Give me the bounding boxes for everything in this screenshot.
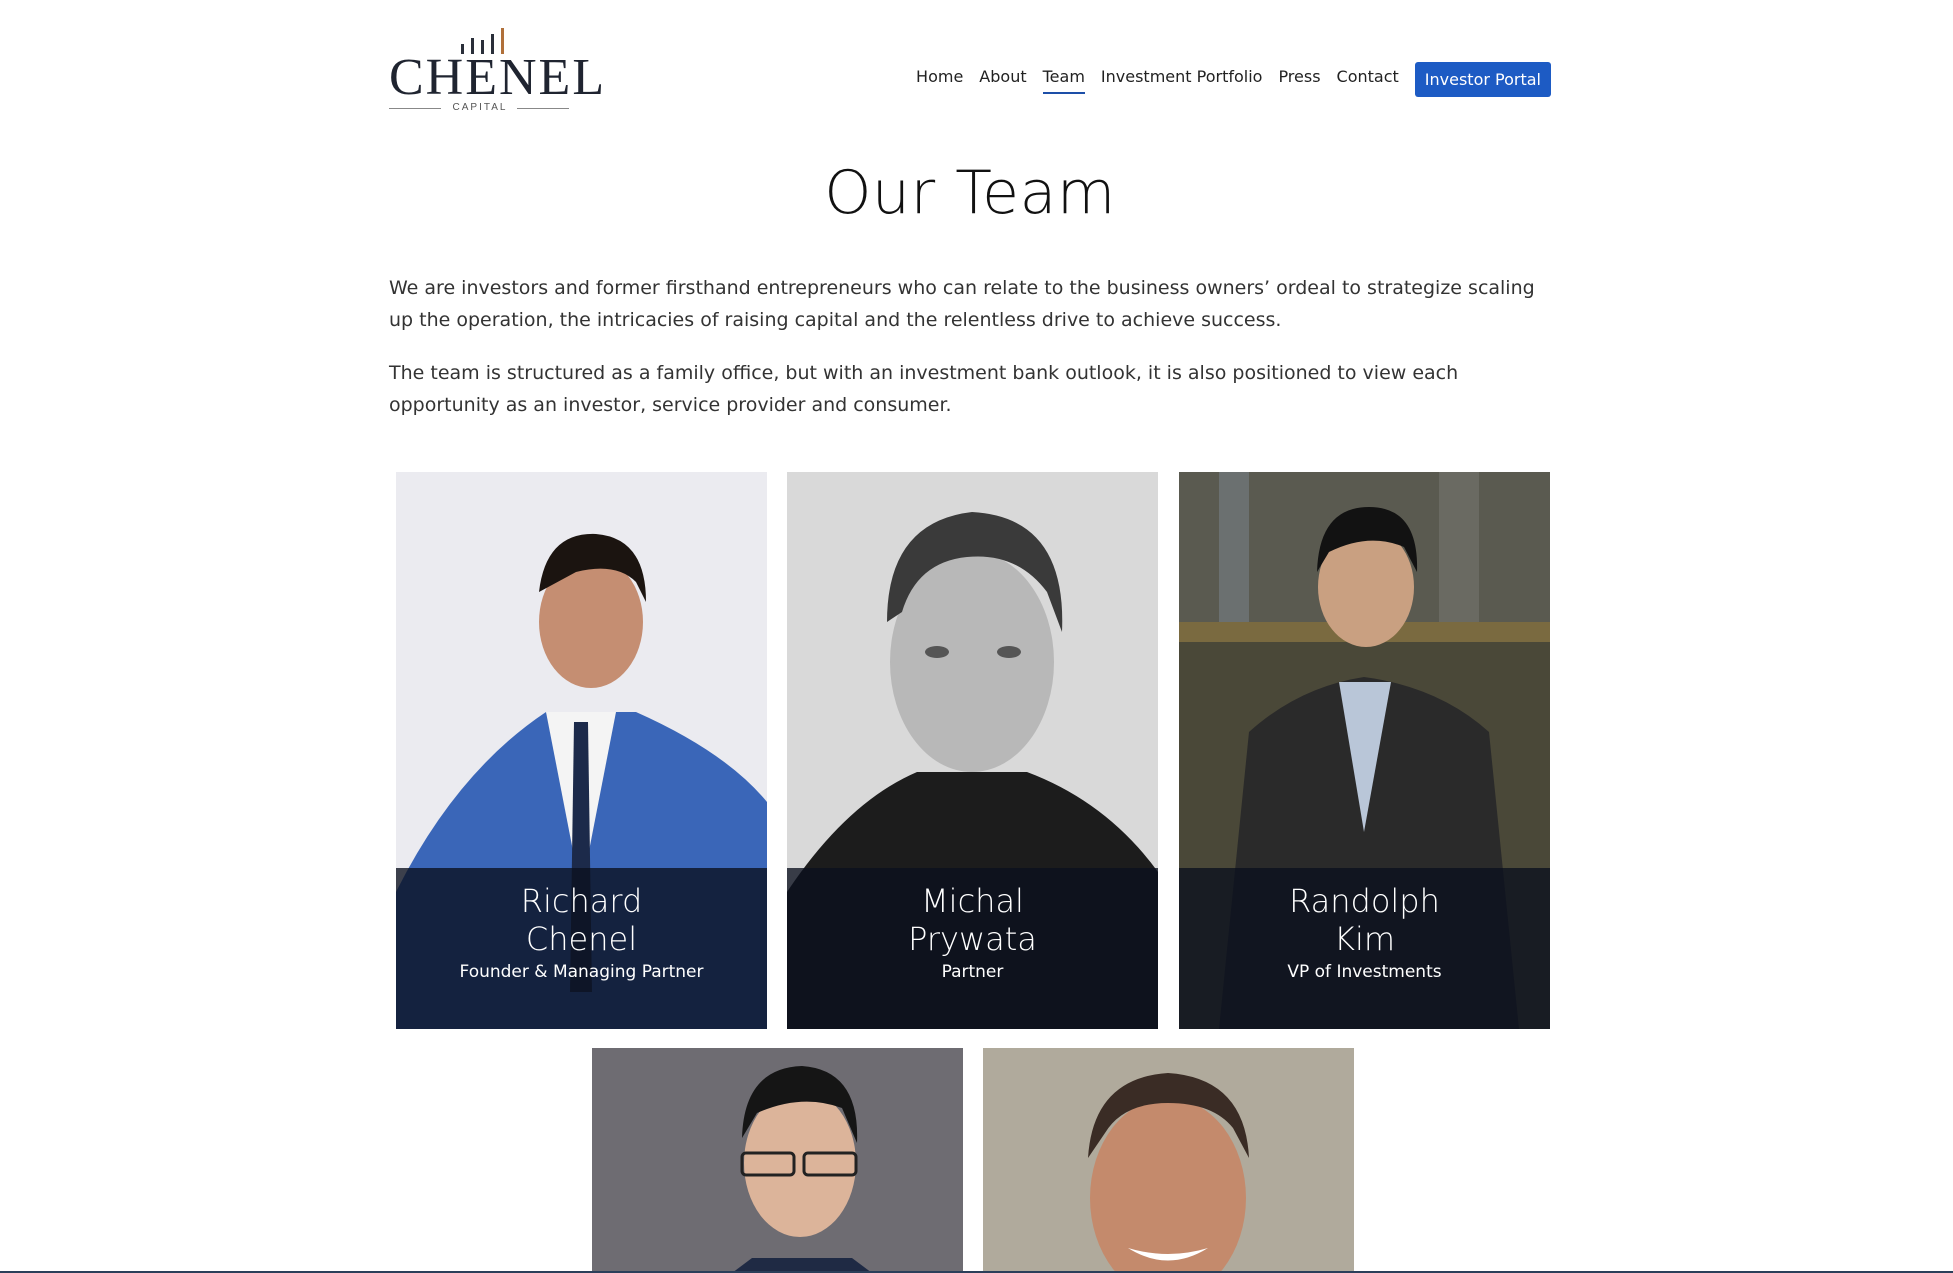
site-header: CHENEL CAPITAL Home About Team Investmen… bbox=[389, 0, 1551, 130]
team-card-4[interactable] bbox=[592, 1048, 963, 1273]
member-role: Partner bbox=[941, 962, 1004, 982]
intro-paragraph-2: The team is structured as a family offic… bbox=[389, 362, 1459, 416]
nav-team[interactable]: Team bbox=[1042, 67, 1086, 94]
member-name: Randolph Kim bbox=[1179, 882, 1550, 958]
member-first-name: Michal bbox=[921, 882, 1024, 920]
member-last-name: Chenel bbox=[525, 920, 638, 958]
member-first-name: Randolph bbox=[1289, 882, 1440, 920]
investor-portal-button[interactable]: Investor Portal bbox=[1414, 62, 1551, 97]
main-nav: Home About Team Investment Portfolio Pre… bbox=[900, 62, 1551, 97]
brand-logo[interactable]: CHENEL CAPITAL bbox=[389, 28, 607, 114]
member-first-name: Richard bbox=[520, 882, 643, 920]
team-member-4-photo bbox=[592, 1048, 963, 1273]
team-card-randolph-kim[interactable]: Randolph Kim VP of Investments bbox=[1179, 472, 1550, 1029]
nav-investment-portfolio[interactable]: Investment Portfolio bbox=[1101, 67, 1263, 92]
page-container: CHENEL CAPITAL Home About Team Investmen… bbox=[389, 0, 1551, 416]
team-card-richard-chenel[interactable]: Richard Chenel Founder & Managing Partne… bbox=[396, 472, 767, 1029]
member-role: Founder & Managing Partner bbox=[459, 962, 704, 982]
member-last-name: Prywata bbox=[908, 920, 1037, 958]
member-name: Richard Chenel bbox=[396, 882, 767, 958]
brand-tagline: CAPITAL bbox=[452, 102, 508, 113]
nav-press[interactable]: Press bbox=[1278, 67, 1320, 92]
member-name: Michal Prywata bbox=[787, 882, 1158, 958]
team-card-michal-prywata[interactable]: Michal Prywata Partner bbox=[787, 472, 1158, 1029]
member-role: VP of Investments bbox=[1287, 962, 1442, 982]
nav-contact[interactable]: Contact bbox=[1337, 67, 1399, 92]
brand-name: CHENEL bbox=[389, 49, 607, 106]
team-member-5-photo bbox=[983, 1048, 1354, 1273]
nav-about[interactable]: About bbox=[979, 67, 1026, 92]
nav-home[interactable]: Home bbox=[916, 67, 963, 92]
team-card-5[interactable] bbox=[983, 1048, 1354, 1273]
member-last-name: Kim bbox=[1333, 920, 1396, 958]
intro-paragraph-1: We are investors and former firsthand en… bbox=[389, 277, 1535, 331]
page-title: Our Team bbox=[824, 158, 1116, 228]
